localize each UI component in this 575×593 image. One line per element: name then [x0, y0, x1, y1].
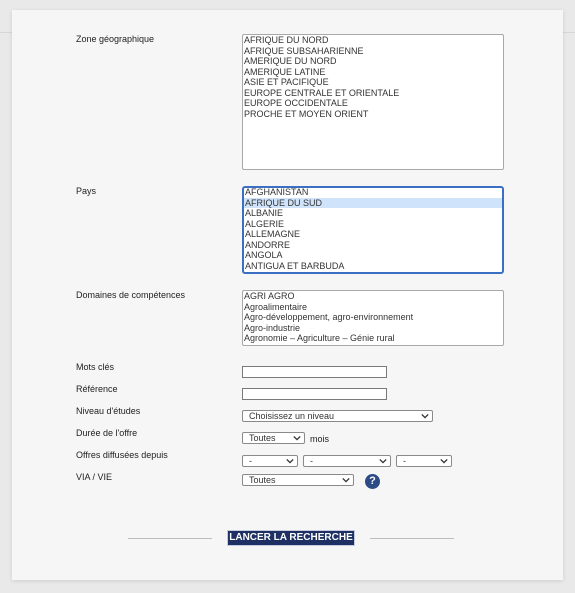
pays-listbox[interactable]: AFGHANISTAN AFRIQUE DU SUD ALBANIE ALGER… — [242, 186, 504, 274]
zone-label: Zone géographique — [76, 34, 155, 44]
list-item[interactable]: ALLEMAGNE — [244, 229, 502, 240]
duree-value: Toutes — [249, 433, 276, 443]
duree-select[interactable]: Toutes — [242, 432, 305, 444]
chevron-down-icon — [342, 477, 350, 483]
chevron-down-icon — [421, 413, 429, 419]
duree-label: Durée de l'offre — [76, 428, 138, 438]
list-item[interactable]: EUROPE OCCIDENTALE — [243, 98, 503, 109]
divider — [370, 538, 454, 539]
mots-cles-label: Mots clés — [76, 362, 115, 372]
list-item[interactable]: ALGERIE — [244, 219, 502, 230]
mots-cles-input[interactable] — [242, 366, 387, 378]
chevron-down-icon — [440, 458, 448, 464]
depuis-day-value: - — [249, 456, 252, 466]
depuis-year-select[interactable]: - — [396, 455, 452, 467]
via-label: VIA / VIE — [76, 472, 113, 482]
chevron-down-icon — [293, 435, 301, 441]
depuis-label: Offres diffusées depuis — [76, 450, 168, 460]
list-item[interactable]: AGRI AGRO — [243, 291, 503, 302]
via-value: Toutes — [249, 475, 276, 485]
list-item-selected[interactable]: AFRIQUE DU SUD — [244, 197, 502, 208]
list-item[interactable]: ANTIGUA ET BARBUDA — [244, 261, 502, 272]
list-item[interactable]: AFRIQUE SUBSAHARIENNE — [243, 46, 503, 57]
domaines-label: Domaines de compétences — [76, 290, 186, 300]
niveau-select[interactable]: Choisissez un niveau — [242, 410, 433, 422]
depuis-month-select[interactable]: - — [303, 455, 391, 467]
list-item[interactable]: AFGHANISTAN — [244, 188, 502, 198]
list-item[interactable]: ANDORRE — [244, 240, 502, 251]
list-item[interactable]: ASIE ET PACIFIQUE — [243, 77, 503, 88]
niveau-label: Niveau d'études — [76, 406, 141, 416]
list-item[interactable]: PROCHE ET MOYEN ORIENT — [243, 109, 503, 120]
list-item[interactable]: AFRIQUE DU NORD — [243, 35, 503, 46]
list-item[interactable]: Agroalimentaire — [243, 302, 503, 313]
duree-unit: mois — [310, 434, 330, 444]
list-item[interactable]: AMERIQUE DU NORD — [243, 56, 503, 67]
domaines-listbox[interactable]: AGRI AGRO Agroalimentaire Agro-développe… — [242, 290, 504, 346]
niveau-value: Choisissez un niveau — [249, 411, 335, 421]
list-item[interactable]: ALBANIE — [244, 208, 502, 219]
divider — [128, 538, 212, 539]
list-item[interactable]: Agro-industrie — [243, 323, 503, 334]
depuis-day-select[interactable]: - — [242, 455, 298, 467]
list-item[interactable]: Agro-développement, agro-environnement — [243, 312, 503, 323]
zone-listbox[interactable]: AFRIQUE DU NORD AFRIQUE SUBSAHARIENNE AM… — [242, 34, 504, 170]
pays-label: Pays — [76, 186, 97, 196]
search-submit-button[interactable]: LANCER LA RECHERCHE — [227, 530, 355, 546]
depuis-year-value: - — [403, 456, 406, 466]
chevron-down-icon — [379, 458, 387, 464]
question-circle-icon[interactable]: ? — [365, 474, 380, 489]
list-item[interactable]: Agronomie – Agriculture – Génie rural — [243, 333, 503, 344]
via-select[interactable]: Toutes — [242, 474, 354, 486]
list-item[interactable]: AMERIQUE LATINE — [243, 67, 503, 78]
depuis-month-value: - — [310, 456, 313, 466]
reference-input[interactable] — [242, 388, 387, 400]
chevron-down-icon — [286, 458, 294, 464]
list-item[interactable]: ANGOLA — [244, 250, 502, 261]
list-item[interactable]: EUROPE CENTRALE ET ORIENTALE — [243, 88, 503, 99]
reference-label: Référence — [76, 384, 118, 394]
search-form-panel: Zone géographique AFRIQUE DU NORD AFRIQU… — [12, 10, 563, 580]
